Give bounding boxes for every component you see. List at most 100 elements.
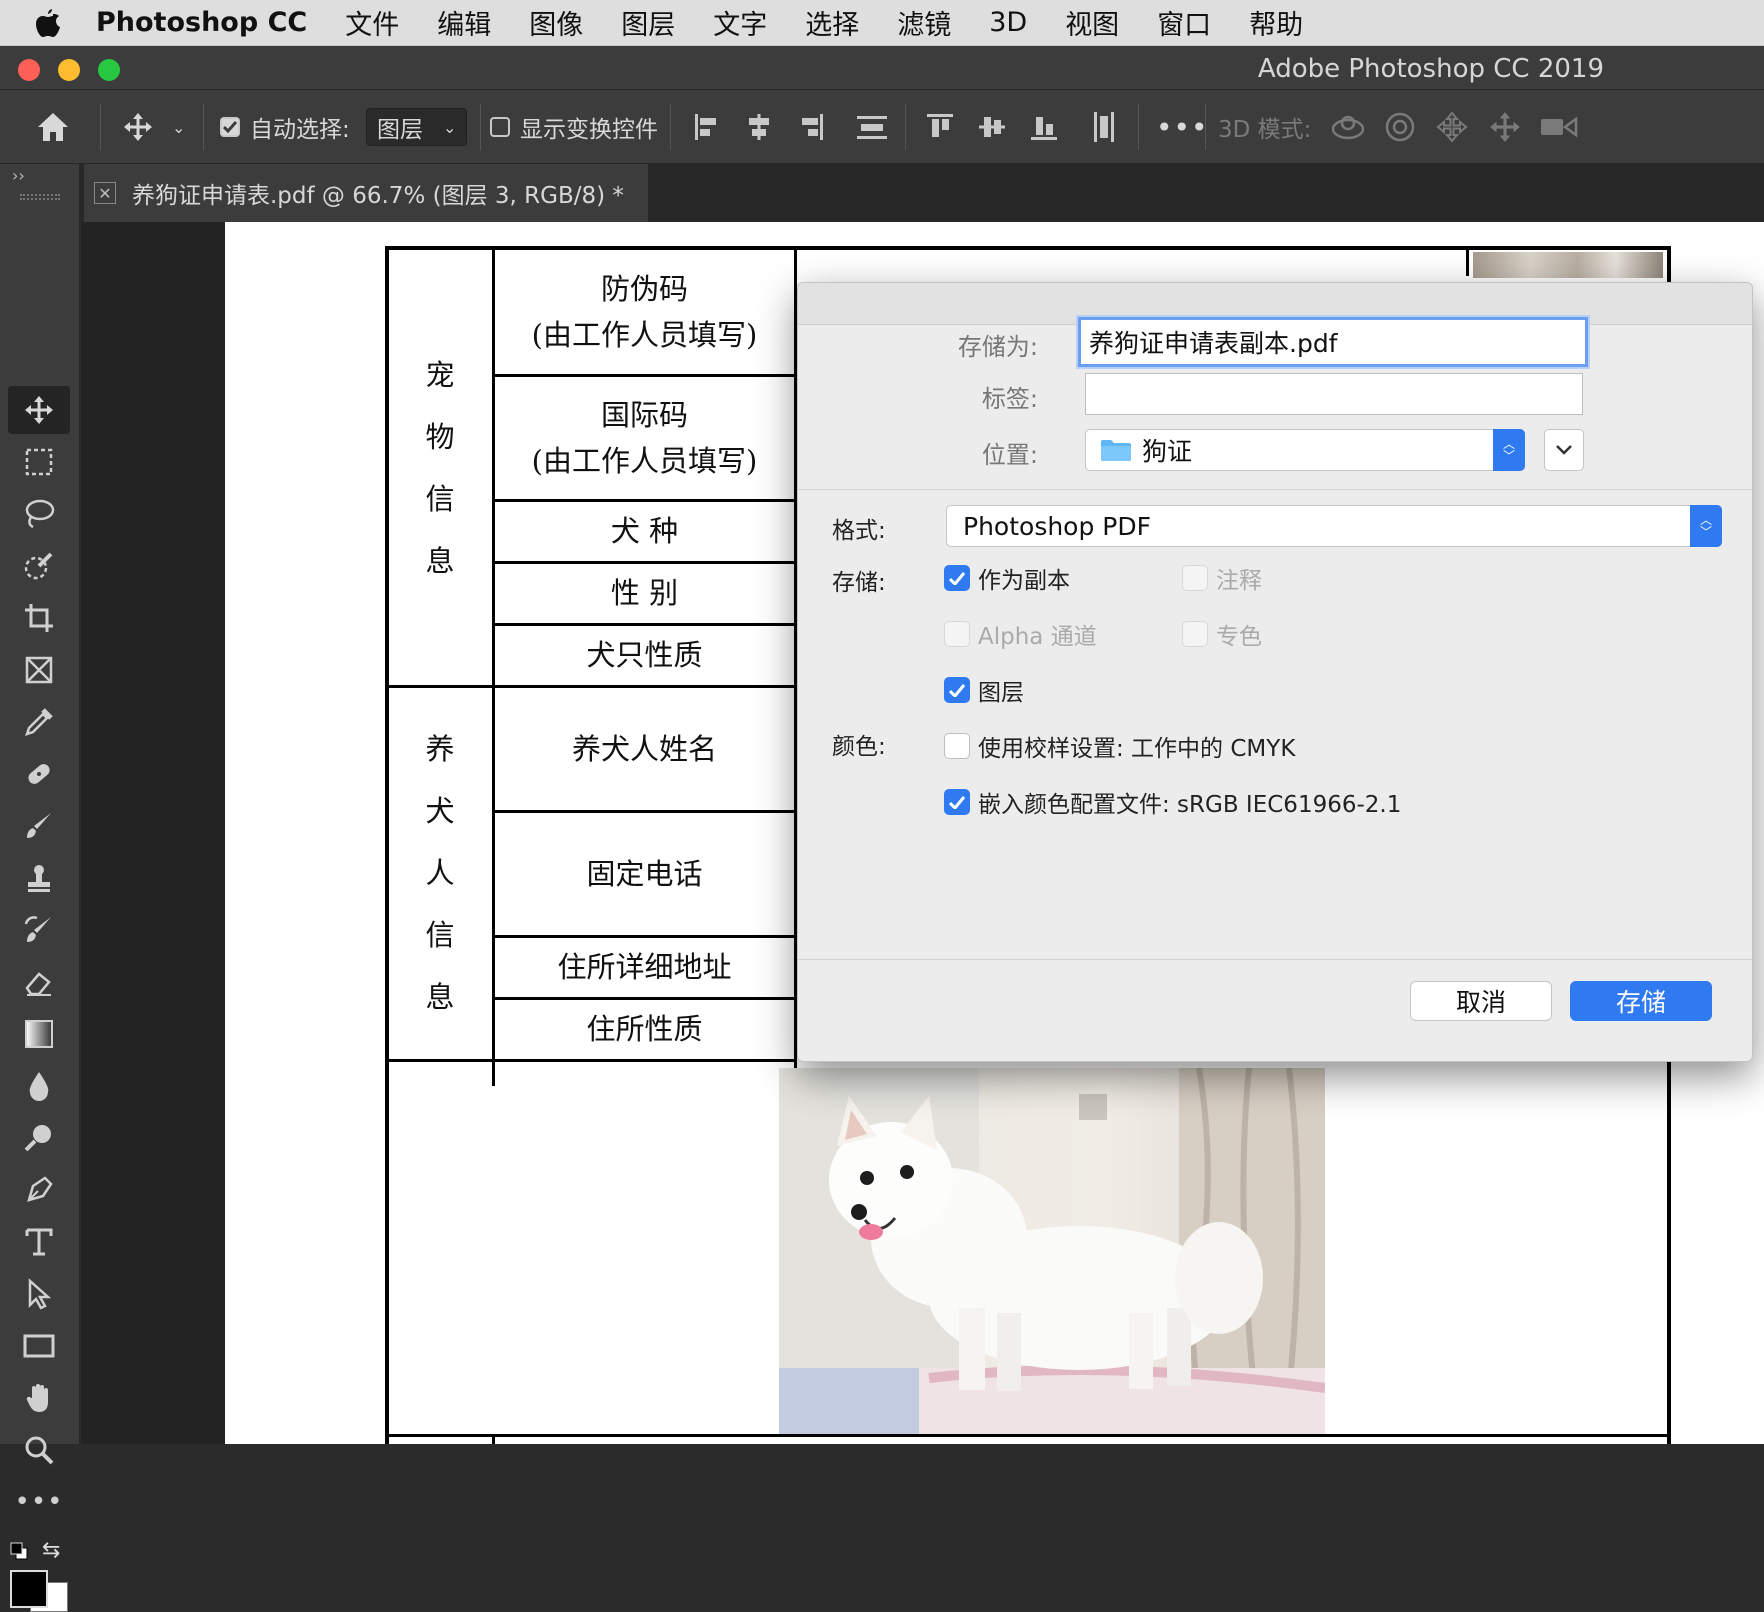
tags-input[interactable] <box>1085 373 1583 415</box>
folder-icon <box>1101 440 1131 461</box>
field-anti-fake-code: 防伪码 (由工作人员填写) <box>531 271 758 352</box>
show-transform-checkbox[interactable]: 显示变换控件 <box>490 90 658 164</box>
checkbox-icon <box>944 733 970 759</box>
format-value: Photoshop PDF <box>963 511 1152 541</box>
align-top-icon[interactable] <box>926 90 954 164</box>
3d-roll-icon <box>1384 90 1416 164</box>
menu-window[interactable]: 窗口 <box>1157 3 1211 42</box>
layers-label: 图层 <box>978 680 1024 706</box>
history-brush-tool-icon[interactable] <box>8 906 70 954</box>
location-stepper-icon: ︿ ﹀ <box>1493 429 1525 471</box>
zoom-tool-icon[interactable] <box>8 1426 70 1474</box>
layers-checkbox[interactable]: 图层 <box>944 673 1024 707</box>
brush-tool-icon[interactable] <box>8 802 70 850</box>
frame-tool-icon[interactable] <box>8 646 70 694</box>
tags-label: 标签: <box>981 385 1038 413</box>
proof-setup-label: 使用校样设置: 工作中的 CMYK <box>978 736 1296 762</box>
close-tab-icon[interactable]: ✕ <box>94 182 116 204</box>
menu-filter[interactable]: 滤镜 <box>897 3 951 42</box>
pen-tool-icon[interactable] <box>8 1166 70 1214</box>
section-label-owner-2: 犬 <box>425 794 455 828</box>
auto-select-label: 自动选择: <box>250 117 350 143</box>
align-left-icon[interactable] <box>694 90 720 164</box>
as-copy-checkbox[interactable]: 作为副本 <box>944 561 1070 595</box>
3d-camera-icon <box>1540 90 1578 164</box>
field-address: 住所详细地址 <box>557 950 732 985</box>
panel-grip-icon[interactable] <box>20 194 60 200</box>
3d-pan-icon <box>1436 90 1468 164</box>
move-tool-icon[interactable] <box>122 90 154 164</box>
path-selection-tool-icon[interactable] <box>8 1270 70 1318</box>
format-label: 格式: <box>832 518 886 544</box>
photo-thumbnail <box>1473 252 1663 278</box>
menu-select[interactable]: 选择 <box>805 3 859 42</box>
options-bar: ⌄ 自动选择: 图层 ⌄ 显示变换控件 ••• 3D 模式: <box>0 90 1764 164</box>
eraser-tool-icon[interactable] <box>8 958 70 1006</box>
alpha-channel-checkbox: Alpha 通道 <box>944 617 1097 651</box>
swap-colors-icon[interactable]: ⇆ <box>42 1538 60 1563</box>
close-window-button[interactable] <box>18 59 40 81</box>
distribute-icon[interactable] <box>856 90 888 164</box>
align-vertical-center-icon[interactable] <box>978 90 1006 164</box>
gradient-tool-icon[interactable] <box>8 1010 70 1058</box>
save-button[interactable]: 存储 <box>1570 981 1712 1021</box>
section-label-owner-3: 人 <box>425 856 455 890</box>
checkmark-icon <box>944 677 970 703</box>
crop-tool-icon[interactable] <box>8 594 70 642</box>
section-label-pet-1: 宠 <box>425 358 455 392</box>
menu-image[interactable]: 图像 <box>529 3 583 42</box>
menu-type[interactable]: 文字 <box>713 3 767 42</box>
eyedropper-tool-icon[interactable] <box>8 698 70 746</box>
blur-tool-icon[interactable] <box>8 1062 70 1110</box>
apple-icon[interactable] <box>0 8 96 38</box>
healing-brush-tool-icon[interactable] <box>8 750 70 798</box>
default-colors-icon[interactable] <box>10 1542 28 1560</box>
minimize-window-button[interactable] <box>58 59 80 81</box>
show-transform-label: 显示变换控件 <box>520 117 658 143</box>
more-tools-icon[interactable]: ••• <box>8 1478 70 1526</box>
menu-view[interactable]: 视图 <box>1065 3 1119 42</box>
cancel-button[interactable]: 取消 <box>1410 981 1552 1021</box>
distribute-vertical-icon[interactable] <box>1090 90 1118 164</box>
menu-3d[interactable]: 3D <box>989 7 1027 38</box>
proof-setup-checkbox[interactable]: 使用校样设置: 工作中的 CMYK <box>944 729 1295 763</box>
clone-stamp-tool-icon[interactable] <box>8 854 70 902</box>
save-as-label: 存储为: <box>957 333 1038 361</box>
menu-edit[interactable]: 编辑 <box>437 3 491 42</box>
spot-color-label: 专色 <box>1216 624 1262 650</box>
hand-tool-icon[interactable] <box>8 1374 70 1422</box>
location-popup[interactable]: 狗证 ︿ ﹀ <box>1085 429 1525 471</box>
menu-file[interactable]: 文件 <box>345 3 399 42</box>
move-tool-icon[interactable] <box>8 386 70 434</box>
window-title: Adobe Photoshop CC 2019 <box>1257 54 1604 84</box>
format-popup[interactable]: Photoshop PDF ︿ ﹀ <box>946 505 1722 547</box>
chevron-down-icon[interactable]: ⌄ <box>172 90 185 164</box>
align-bottom-icon[interactable] <box>1030 90 1058 164</box>
foreground-color-swatch[interactable] <box>10 1570 48 1608</box>
document-tab[interactable]: ✕ 养狗证申请表.pdf @ 66.7% (图层 3, RGB/8) * <box>84 164 648 222</box>
field-owner-name: 养犬人姓名 <box>571 731 717 766</box>
align-right-icon[interactable] <box>798 90 824 164</box>
dodge-tool-icon[interactable] <box>8 1114 70 1162</box>
collapse-panel-icon[interactable]: ›› <box>12 166 25 185</box>
more-options-icon[interactable]: ••• <box>1156 90 1209 164</box>
lasso-tool-icon[interactable] <box>8 490 70 538</box>
marquee-tool-icon[interactable] <box>8 438 70 486</box>
embed-profile-checkbox[interactable]: 嵌入颜色配置文件: sRGB IEC61966-2.1 <box>944 785 1401 819</box>
type-tool-icon[interactable] <box>8 1218 70 1266</box>
auto-select-checkbox[interactable]: 自动选择: <box>220 90 350 164</box>
menu-help[interactable]: 帮助 <box>1249 3 1303 42</box>
expand-dialog-button[interactable] <box>1544 429 1584 471</box>
color-label: 颜色: <box>832 734 886 760</box>
quick-selection-tool-icon[interactable] <box>8 542 70 590</box>
rectangle-tool-icon[interactable] <box>8 1322 70 1370</box>
menu-layer[interactable]: 图层 <box>621 3 675 42</box>
auto-select-dropdown[interactable]: 图层 ⌄ <box>366 108 468 146</box>
save-as-input[interactable]: 养狗证申请表副本.pdf <box>1078 317 1588 367</box>
dog-photo <box>779 1068 1325 1434</box>
zoom-window-button[interactable] <box>98 59 120 81</box>
window-titlebar: Adobe Photoshop CC 2019 <box>0 46 1764 90</box>
home-icon[interactable] <box>36 90 70 164</box>
align-horizontal-center-icon[interactable] <box>746 90 772 164</box>
app-menu[interactable]: Photoshop CC <box>96 7 307 38</box>
